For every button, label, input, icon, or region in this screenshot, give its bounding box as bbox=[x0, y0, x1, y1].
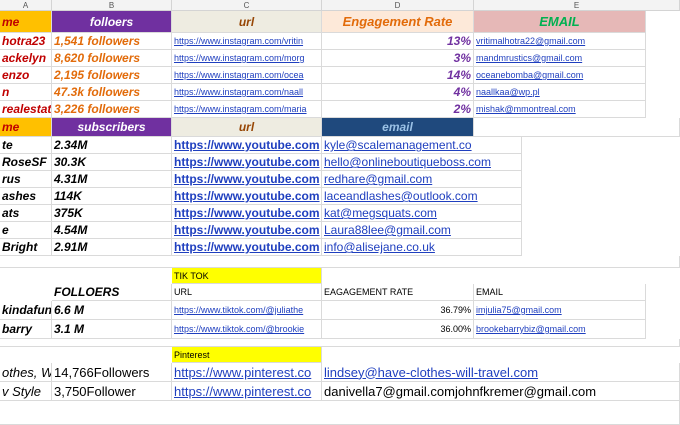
youtube-url-link[interactable]: https://www.youtube.com bbox=[172, 239, 322, 256]
youtube-name-cell[interactable]: Bright bbox=[0, 239, 52, 256]
instagram-email-link[interactable]: naallkaa@wp.pl bbox=[474, 84, 646, 101]
column-header-a[interactable]: A bbox=[0, 0, 52, 11]
instagram-followers-cell[interactable]: 47.3k followers bbox=[52, 84, 172, 101]
empty-row[interactable] bbox=[0, 339, 680, 347]
youtube-name-cell[interactable]: ats bbox=[0, 205, 52, 222]
engagement-rate-cell[interactable]: 2% bbox=[322, 101, 474, 118]
pinterest-name-cell[interactable]: v Style bbox=[0, 382, 52, 401]
youtube-url-link[interactable]: https://www.youtube.com bbox=[172, 188, 322, 205]
column-header-d[interactable]: D bbox=[322, 0, 474, 11]
youtube-email-header[interactable]: email bbox=[322, 118, 474, 137]
tiktok-followers-header[interactable]: FOLLOERS bbox=[52, 284, 172, 301]
pinterest-email-cell[interactable]: danivella7@gmail.comjohnfkremer@gmail.co… bbox=[322, 382, 680, 401]
youtube-subscribers-cell[interactable]: 2.91M bbox=[52, 239, 172, 256]
instagram-followers-header[interactable]: folloers bbox=[52, 11, 172, 33]
youtube-email-link[interactable]: info@alisejane.co.uk bbox=[322, 239, 522, 256]
youtube-name-cell[interactable]: RoseSF bbox=[0, 154, 52, 171]
youtube-url-link[interactable]: https://www.youtube.com bbox=[172, 137, 322, 154]
engagement-rate-cell[interactable]: 13% bbox=[322, 33, 474, 50]
engagement-rate-cell[interactable]: 4% bbox=[322, 84, 474, 101]
instagram-name-cell[interactable]: n bbox=[0, 84, 52, 101]
pinterest-name-cell[interactable]: othes, W bbox=[0, 363, 52, 382]
youtube-subscribers-cell[interactable]: 4.31M bbox=[52, 171, 172, 188]
tiktok-section-label[interactable]: TIK TOK bbox=[172, 268, 322, 284]
instagram-followers-cell[interactable]: 8,620 followers bbox=[52, 50, 172, 67]
youtube-name-cell[interactable]: e bbox=[0, 222, 52, 239]
tiktok-followers-cell[interactable]: 3.1 M bbox=[52, 320, 172, 339]
instagram-name-cell[interactable]: ackelyn bbox=[0, 50, 52, 67]
instagram-url-link[interactable]: https://www.instagram.com/naall bbox=[172, 84, 322, 101]
empty-cell[interactable] bbox=[474, 118, 680, 137]
tiktok-rate-cell[interactable]: 36.79% bbox=[322, 301, 474, 320]
tiktok-rate-cell[interactable]: 36.00% bbox=[322, 320, 474, 339]
youtube-url-link[interactable]: https://www.youtube.com bbox=[172, 171, 322, 188]
tiktok-url-header[interactable]: URL bbox=[172, 284, 322, 301]
instagram-url-link[interactable]: https://www.instagram.com/maria bbox=[172, 101, 322, 118]
youtube-subscribers-cell[interactable]: 375K bbox=[52, 205, 172, 222]
engagement-rate-cell[interactable]: 3% bbox=[322, 50, 474, 67]
tiktok-url-link[interactable]: https://www.tiktok.com/@juliathe bbox=[172, 301, 322, 320]
pinterest-section-label[interactable]: Pinterest bbox=[172, 347, 322, 363]
instagram-followers-cell[interactable]: 2,195 followers bbox=[52, 67, 172, 84]
pinterest-followers-cell[interactable]: 14,766Followers bbox=[52, 363, 172, 382]
youtube-subscribers-header[interactable]: subscribers bbox=[52, 118, 172, 137]
youtube-email-link[interactable]: kat@megsquats.com bbox=[322, 205, 522, 222]
tiktok-name-cell[interactable]: kindafunn bbox=[0, 301, 52, 320]
instagram-url-link[interactable]: https://www.instagram.com/vritin bbox=[172, 33, 322, 50]
youtube-name-cell[interactable]: ashes bbox=[0, 188, 52, 205]
youtube-url-header[interactable]: url bbox=[172, 118, 322, 137]
instagram-name-cell[interactable]: hotra23 bbox=[0, 33, 52, 50]
instagram-url-link[interactable]: https://www.instagram.com/ocea bbox=[172, 67, 322, 84]
column-header-b[interactable]: B bbox=[52, 0, 172, 11]
column-header-c[interactable]: C bbox=[172, 0, 322, 11]
tiktok-followers-cell[interactable]: 6.6 M bbox=[52, 301, 172, 320]
empty-row[interactable] bbox=[0, 256, 680, 268]
youtube-subscribers-cell[interactable]: 114K bbox=[52, 188, 172, 205]
youtube-email-link[interactable]: redhare@gmail.com bbox=[322, 171, 522, 188]
instagram-email-link[interactable]: mishak@mmontreal.com bbox=[474, 101, 646, 118]
youtube-name-header[interactable]: me bbox=[0, 118, 52, 137]
instagram-email-link[interactable]: mandmrustics@gmail.com bbox=[474, 50, 646, 67]
pinterest-email-link[interactable]: lindsey@have-clothes-will-travel.com bbox=[322, 363, 680, 382]
youtube-name-cell[interactable]: te bbox=[0, 137, 52, 154]
instagram-followers-cell[interactable]: 1,541 followers bbox=[52, 33, 172, 50]
instagram-name-cell[interactable]: realestate bbox=[0, 101, 52, 118]
pinterest-url-link[interactable]: https://www.pinterest.co bbox=[172, 382, 322, 401]
spreadsheet-grid: A B C D E me folloers url Engagement Rat… bbox=[0, 0, 680, 425]
youtube-url-link[interactable]: https://www.youtube.com bbox=[172, 205, 322, 222]
youtube-url-link[interactable]: https://www.youtube.com bbox=[172, 154, 322, 171]
tiktok-email-header[interactable]: EMAIL bbox=[474, 284, 646, 301]
tiktok-name-cell[interactable]: barry bbox=[0, 320, 52, 339]
instagram-email-link[interactable]: vritimalhotra22@gmail.com bbox=[474, 33, 646, 50]
pinterest-followers-cell[interactable]: 3,750Follower bbox=[52, 382, 172, 401]
instagram-email-header[interactable]: EMAIL bbox=[474, 11, 646, 33]
instagram-name-cell[interactable]: enzo bbox=[0, 67, 52, 84]
youtube-email-link[interactable]: laceandlashes@outlook.com bbox=[322, 188, 522, 205]
empty-row[interactable] bbox=[0, 401, 680, 425]
youtube-subscribers-cell[interactable]: 2.34M bbox=[52, 137, 172, 154]
youtube-url-link[interactable]: https://www.youtube.com bbox=[172, 222, 322, 239]
youtube-subscribers-cell[interactable]: 30.3K bbox=[52, 154, 172, 171]
engagement-rate-header[interactable]: Engagement Rate bbox=[322, 11, 474, 33]
instagram-url-header[interactable]: url bbox=[172, 11, 322, 33]
tiktok-email-link[interactable]: imjulia75@gmail.com bbox=[474, 301, 646, 320]
youtube-name-cell[interactable]: rus bbox=[0, 171, 52, 188]
instagram-name-header[interactable]: me bbox=[0, 11, 52, 33]
column-header-e[interactable]: E bbox=[474, 0, 680, 11]
youtube-email-link[interactable]: Laura88lee@gmail.com bbox=[322, 222, 522, 239]
pinterest-url-link[interactable]: https://www.pinterest.co bbox=[172, 363, 322, 382]
youtube-email-link[interactable]: hello@onlineboutiqueboss.com bbox=[322, 154, 522, 171]
engagement-rate-cell[interactable]: 14% bbox=[322, 67, 474, 84]
instagram-url-link[interactable]: https://www.instagram.com/morg bbox=[172, 50, 322, 67]
tiktok-email-link[interactable]: brookebarrybiz@gmail.com bbox=[474, 320, 646, 339]
instagram-email-link[interactable]: oceanebomba@gmail.com bbox=[474, 67, 646, 84]
youtube-subscribers-cell[interactable]: 4.54M bbox=[52, 222, 172, 239]
tiktok-rate-header[interactable]: EAGAGEMENT RATE bbox=[322, 284, 474, 301]
youtube-email-link[interactable]: kyle@scalemanagement.co bbox=[322, 137, 522, 154]
instagram-followers-cell[interactable]: 3,226 followers bbox=[52, 101, 172, 118]
tiktok-url-link[interactable]: https://www.tiktok.com/@brookie bbox=[172, 320, 322, 339]
